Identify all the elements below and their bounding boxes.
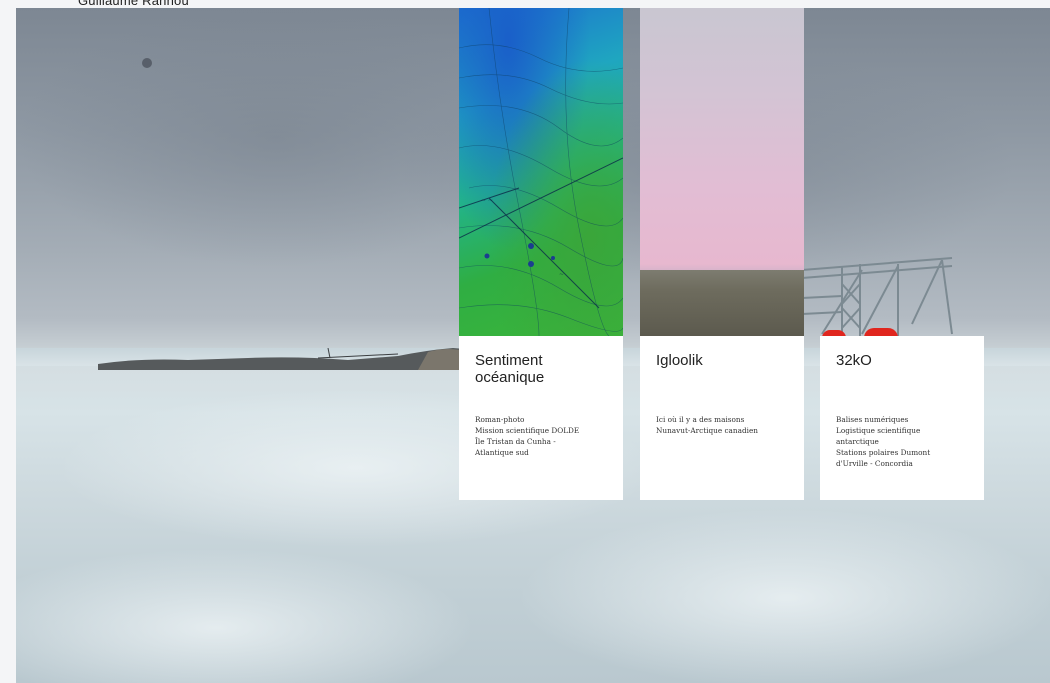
project-title[interactable]: Sentiment océanique [475,352,607,386]
project-title[interactable]: 32kO [836,352,968,386]
project-description: Balises numériques Logistique scientifiq… [836,415,931,468]
project-card[interactable]: 32kO Balises numériques Logistique scien… [820,336,984,500]
project-description: Roman-photo Mission scientifique DOLDE Î… [475,415,580,457]
project-igloolik[interactable]: Igloolik Ici où il y a des maisons Nunav… [640,8,804,500]
project-title[interactable]: Igloolik [656,352,788,386]
rocky-shoreline [98,348,478,370]
project-card[interactable]: Igloolik Ici où il y a des maisons Nunav… [640,336,804,500]
svg-text:~ ~: ~ ~ [481,197,493,204]
project-card[interactable]: Sentiment océanique Roman-photo Mission … [459,336,623,500]
project-32ko[interactable]: 32kO Balises numériques Logistique scien… [804,8,984,500]
project-sentiment-oceanique[interactable]: ~ ~ ~ Sentiment océanique Roman-photo Mi… [459,8,623,500]
project-thumbnail-bathymetric-map[interactable]: ~ ~ ~ [459,8,623,336]
page: Guillaume Rannou ~ ~ ~ Sentiment océaniq… [0,0,1050,683]
svg-text:~: ~ [559,271,564,278]
project-description: Ici où il y a des maisons Nunavut-Arctiq… [656,415,758,435]
sensor-dust-spot [142,58,152,68]
project-thumbnail-pink-sky-tundra[interactable] [640,8,804,336]
map-contour-lines: ~ ~ ~ [459,8,623,336]
site-author-name[interactable]: Guillaume Rannou [78,0,189,8]
project-thumbnail-antarctic-crane[interactable] [804,8,968,336]
